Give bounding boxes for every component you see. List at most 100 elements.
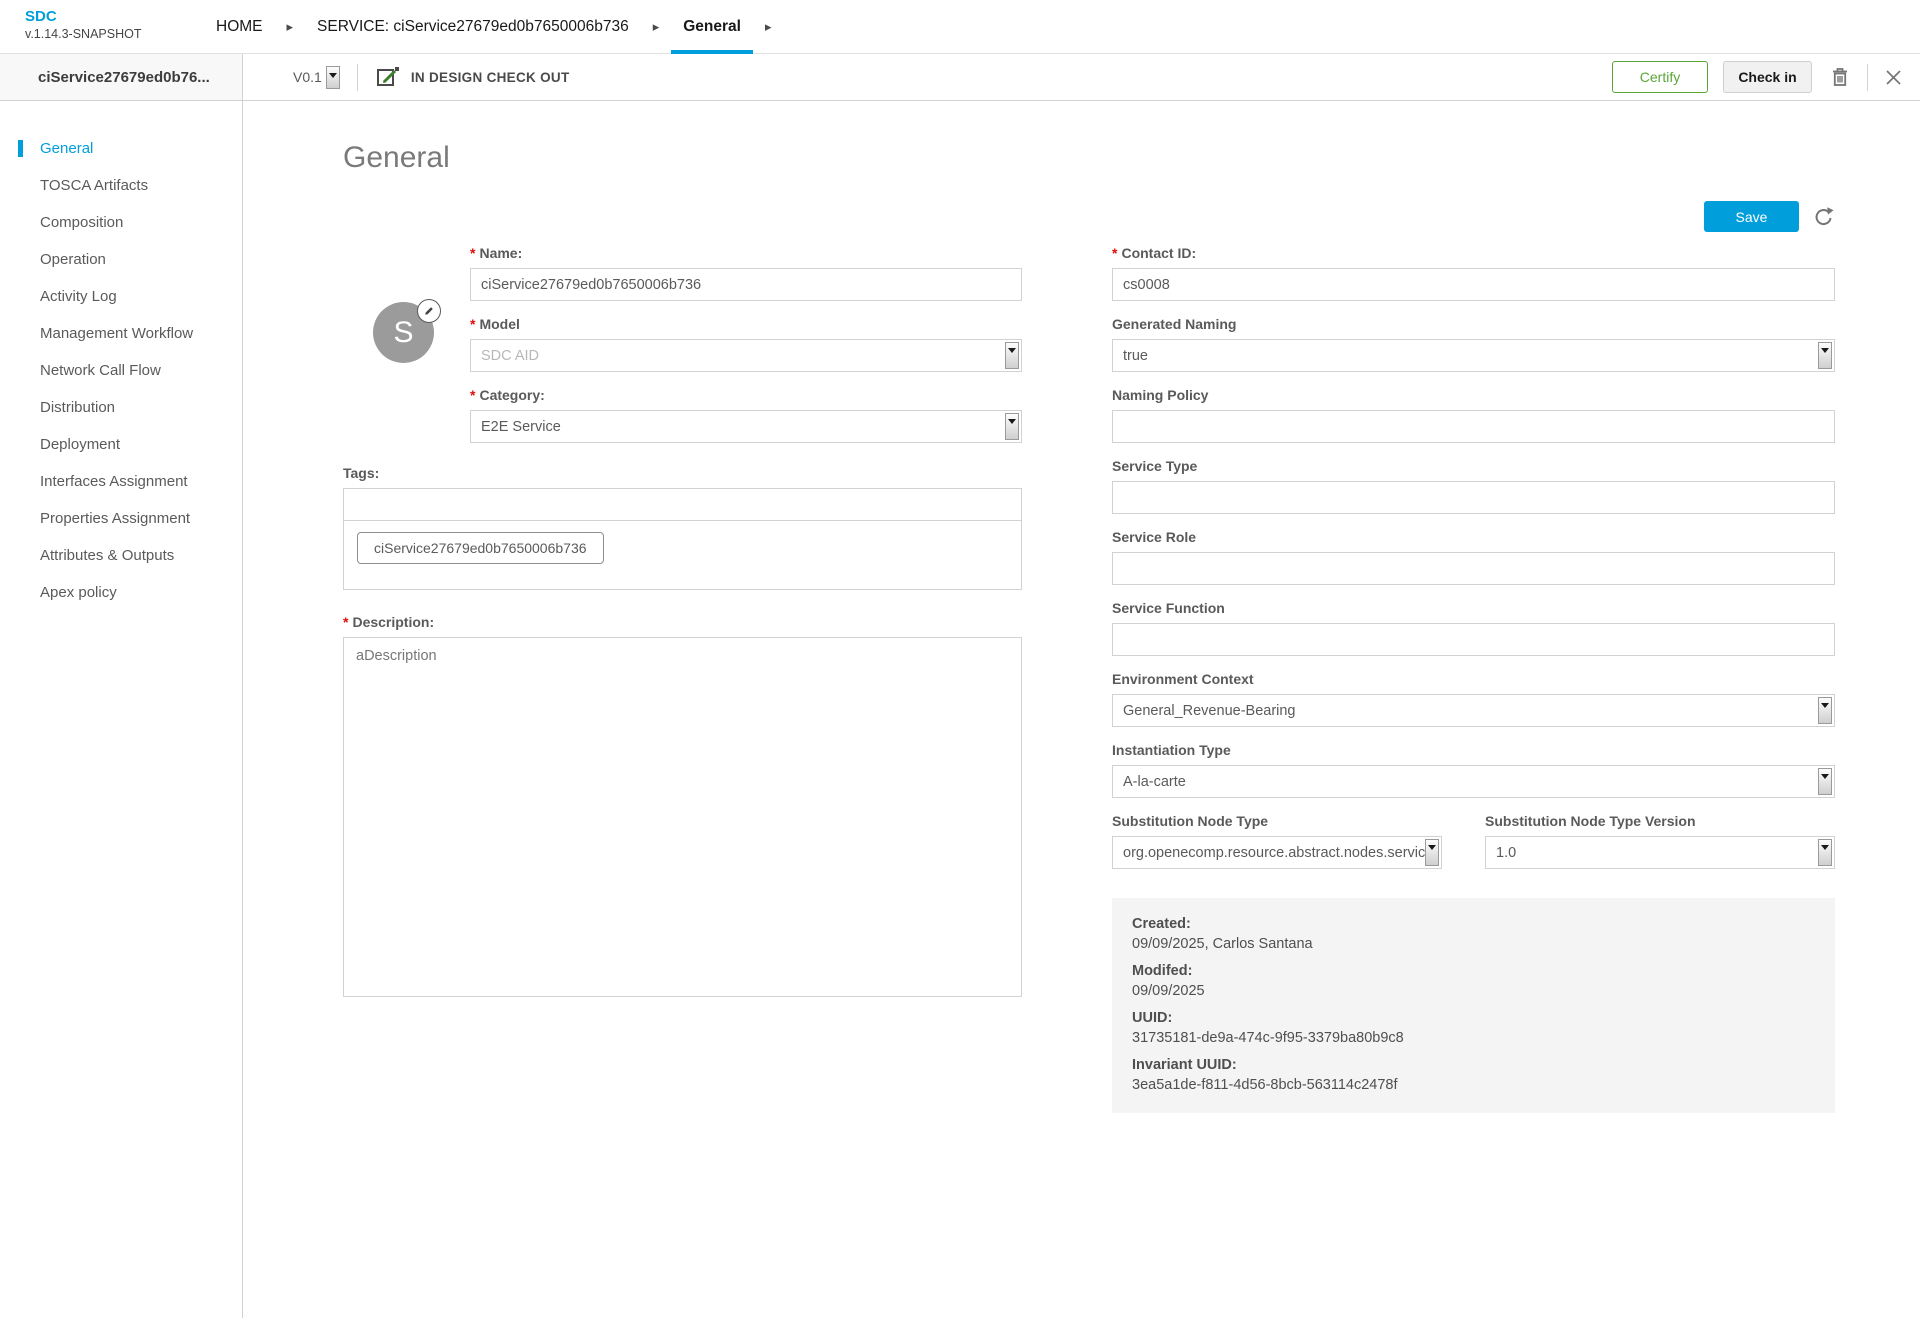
breadcrumb-general[interactable]: General <box>671 0 753 54</box>
required-marker: * <box>470 387 476 403</box>
invariant-uuid-label: Invariant UUID: <box>1132 1057 1237 1073</box>
sidebar-item-activity-log[interactable]: Activity Log <box>0 278 242 315</box>
created-value: 09/09/2025, Carlos Santana <box>1132 936 1313 952</box>
environment-context-select[interactable]: General_Revenue-Bearing <box>1112 694 1835 727</box>
service-avatar: S <box>373 299 441 363</box>
breadcrumb-service[interactable]: SERVICE: ciService27679ed0b7650006b736 <box>305 0 641 53</box>
toolbar-divider <box>1867 63 1868 91</box>
substitution-node-type-version-field-group: Substitution Node Type Version 1.0 <box>1485 813 1835 869</box>
close-icon[interactable] <box>1885 69 1902 86</box>
chevron-down-icon <box>1818 768 1832 795</box>
required-marker: * <box>470 245 476 261</box>
tag-chip[interactable]: ciService27679ed0b7650006b736 <box>357 532 604 564</box>
metadata-panel: Created: 09/09/2025, Carlos Santana Modi… <box>1112 898 1835 1113</box>
sidebar-item-distribution[interactable]: Distribution <box>0 389 242 426</box>
version-select[interactable]: V0.1 <box>293 65 340 89</box>
sidebar-item-attributes-outputs[interactable]: Attributes & Outputs <box>0 537 242 574</box>
sidebar-item-operation[interactable]: Operation <box>0 241 242 278</box>
chevron-right-icon <box>641 0 672 53</box>
chevron-down-icon <box>1005 342 1019 369</box>
category-value: E2E Service <box>481 418 561 435</box>
sidebar-item-network-call-flow[interactable]: Network Call Flow <box>0 352 242 389</box>
checkout-pencil-icon <box>375 65 401 89</box>
generated-naming-field-group: Generated Naming true <box>1112 316 1835 372</box>
instantiation-type-select[interactable]: A-la-carte <box>1112 765 1835 798</box>
category-select[interactable]: E2E Service <box>470 410 1022 443</box>
generated-naming-label: Generated Naming <box>1112 316 1237 332</box>
app-logo: SDC v.1.14.3-SNAPSHOT <box>0 0 204 53</box>
category-field-group: * Category: E2E Service <box>470 387 1022 443</box>
substitution-node-type-version-select[interactable]: 1.0 <box>1485 836 1835 869</box>
avatar-letter: S <box>393 315 414 349</box>
sidebar-item-general[interactable]: General <box>0 130 242 167</box>
created-label: Created: <box>1132 916 1191 932</box>
description-field-group: * Description: aDescription <box>343 614 1022 997</box>
instantiation-type-label: Instantiation Type <box>1112 742 1231 758</box>
chevron-right-icon <box>753 0 784 53</box>
service-type-input[interactable] <box>1112 481 1835 514</box>
save-button[interactable]: Save <box>1704 201 1799 232</box>
sidebar: ciService27679ed0b76... General TOSCA Ar… <box>0 54 243 1318</box>
required-marker: * <box>343 614 349 630</box>
breadcrumb-home[interactable]: HOME <box>204 0 275 53</box>
model-select[interactable]: SDC AID <box>470 339 1022 372</box>
chevron-down-icon <box>1818 839 1832 866</box>
required-marker: * <box>1112 245 1118 261</box>
instantiation-type-value: A-la-carte <box>1123 773 1186 790</box>
service-type-field-group: Service Type <box>1112 458 1835 514</box>
delete-trash-icon[interactable] <box>1830 66 1850 88</box>
sidebar-item-composition[interactable]: Composition <box>0 204 242 241</box>
instantiation-type-field-group: Instantiation Type A-la-carte <box>1112 742 1835 798</box>
sidebar-item-interfaces-assignment[interactable]: Interfaces Assignment <box>0 463 242 500</box>
substitution-node-type-version-label: Substitution Node Type Version <box>1485 813 1696 829</box>
generated-naming-value: true <box>1123 347 1148 364</box>
model-field-group: * Model SDC AID <box>470 316 1022 372</box>
modified-value: 09/09/2025 <box>1132 983 1205 999</box>
app-version: v.1.14.3-SNAPSHOT <box>25 27 142 41</box>
generated-naming-select[interactable]: true <box>1112 339 1835 372</box>
naming-policy-input[interactable] <box>1112 410 1835 443</box>
sidebar-item-management-workflow[interactable]: Management Workflow <box>0 315 242 352</box>
page-title: General <box>343 141 450 174</box>
naming-policy-label: Naming Policy <box>1112 387 1209 403</box>
sidebar-item-deployment[interactable]: Deployment <box>0 426 242 463</box>
breadcrumb: HOME SERVICE: ciService27679ed0b7650006b… <box>204 0 784 54</box>
chevron-right-icon <box>275 0 306 53</box>
toolbar: V0.1 IN DESIGN CHECK OUT Certify Check i… <box>243 54 1920 101</box>
chevron-down-icon <box>1005 413 1019 440</box>
checkin-button[interactable]: Check in <box>1723 61 1812 93</box>
environment-context-field-group: Environment Context General_Revenue-Bear… <box>1112 671 1835 727</box>
name-input[interactable] <box>470 268 1022 301</box>
service-function-input[interactable] <box>1112 623 1835 656</box>
toolbar-divider <box>356 63 358 91</box>
sidebar-item-apex-policy[interactable]: Apex policy <box>0 574 242 611</box>
description-label: * Description: <box>343 614 435 630</box>
sidebar-item-properties-assignment[interactable]: Properties Assignment <box>0 500 242 537</box>
tags-field-group: Tags: ciService27679ed0b7650006b736 <box>343 465 1022 590</box>
revert-refresh-icon[interactable] <box>1813 206 1835 228</box>
sidebar-menu: General TOSCA Artifacts Composition Oper… <box>0 101 242 611</box>
uuid-label: UUID: <box>1132 1010 1173 1026</box>
chevron-down-icon <box>1818 697 1832 724</box>
tags-input[interactable] <box>343 488 1022 521</box>
substitution-node-type-label: Substitution Node Type <box>1112 813 1269 829</box>
description-textarea[interactable]: aDescription <box>343 637 1022 997</box>
service-role-label: Service Role <box>1112 529 1197 545</box>
invariant-uuid-value: 3ea5a1de-f811-4d56-8bcb-563114c2478f <box>1132 1077 1398 1093</box>
model-value: SDC AID <box>481 347 540 364</box>
sidebar-item-tosca-artifacts[interactable]: TOSCA Artifacts <box>0 167 242 204</box>
edit-avatar-icon[interactable] <box>417 299 441 323</box>
tags-label: Tags: <box>343 465 380 481</box>
certify-button[interactable]: Certify <box>1612 61 1708 93</box>
contact-id-input[interactable] <box>1112 268 1835 301</box>
substitution-node-type-select[interactable]: org.openecomp.resource.abstract.nodes.se… <box>1112 836 1442 869</box>
service-role-input[interactable] <box>1112 552 1835 585</box>
chevron-down-icon <box>1818 342 1832 369</box>
top-header: SDC v.1.14.3-SNAPSHOT HOME SERVICE: ciSe… <box>0 0 1920 54</box>
tags-chip-area: ciService27679ed0b7650006b736 <box>343 521 1022 590</box>
name-label: * Name: <box>470 245 523 261</box>
substitution-node-type-version-value: 1.0 <box>1496 844 1517 861</box>
version-label: V0.1 <box>293 69 322 85</box>
uuid-value: 31735181-de9a-474c-9f95-3379ba80b9c8 <box>1132 1030 1404 1046</box>
modified-label: Modifed: <box>1132 963 1193 979</box>
